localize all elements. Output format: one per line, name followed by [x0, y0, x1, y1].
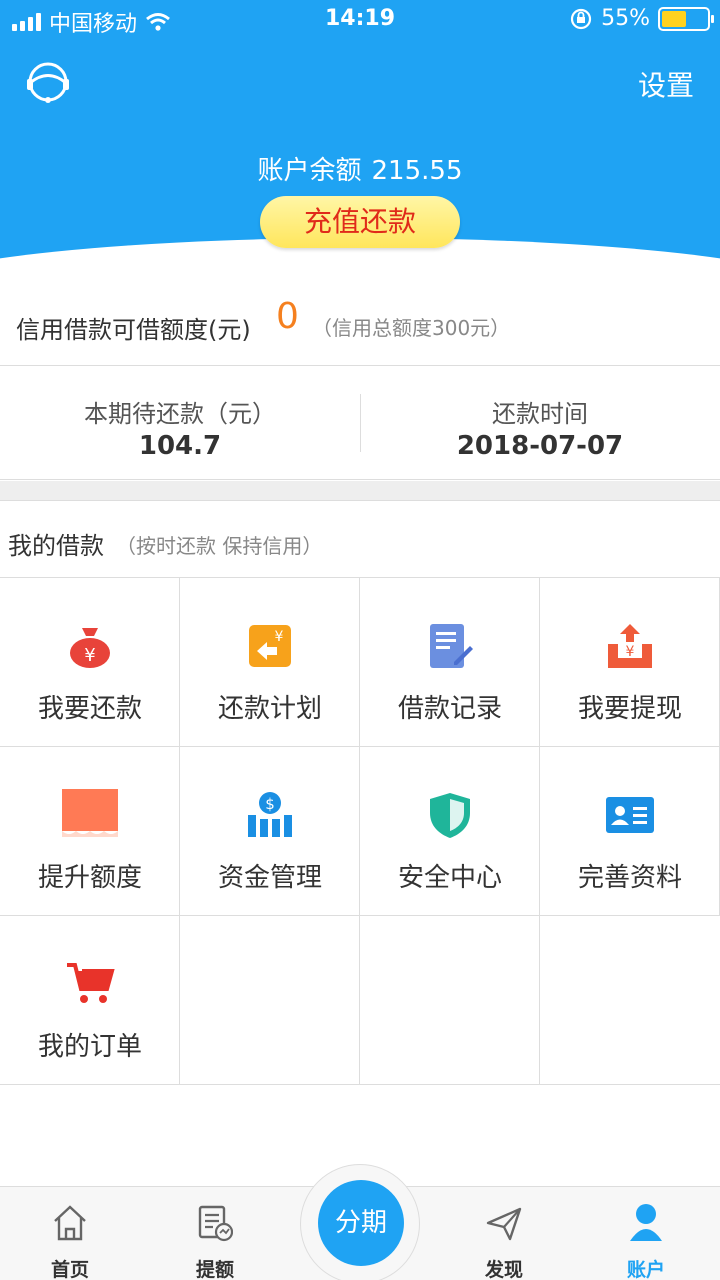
home-icon [54, 1205, 86, 1241]
id-card-icon [602, 791, 658, 839]
due-amount-value: 104.7 [138, 431, 222, 461]
grid-item-my-orders[interactable]: 我的订单 [0, 916, 180, 1085]
grid-item-complete-profile[interactable]: 完善资料 [540, 747, 720, 916]
fund-management-icon: $ [242, 791, 298, 839]
record-icon [422, 622, 478, 670]
grid-item-label: 借款记录 [397, 694, 502, 724]
grid-item-label: 还款计划 [217, 694, 322, 724]
grid-item-label: 我要提现 [577, 694, 682, 724]
account-page: 中国移动 14:19 55% 设置 账户余额 215.55 充值还款 信用借款可… [0, 0, 720, 1280]
grid-item-label: 完善资料 [577, 863, 682, 893]
my-loans-subtitle: （按时还款 保持信用） [116, 534, 323, 558]
grid-item-fund-management[interactable]: $ 资金管理 [180, 747, 360, 916]
my-loans-title: 我的借款 [8, 532, 104, 560]
raise-icon [198, 1205, 233, 1242]
grid-item-raise-limit[interactable]: 提升额度 [0, 747, 180, 916]
account-header: 中国移动 14:19 55% 设置 账户余额 215.55 充值还款 [0, 0, 720, 272]
svg-text:¥: ¥ [274, 629, 283, 645]
cart-icon [62, 960, 118, 1008]
account-icon [630, 1204, 662, 1241]
grid-item-security-center[interactable]: 安全中心 [360, 747, 540, 916]
grid-item-label: 安全中心 [397, 863, 502, 893]
tab-account[interactable]: 账户 [586, 1187, 706, 1280]
grid-item-loan-record[interactable]: 借款记录 [360, 578, 540, 747]
grid-item-label: 提升额度 [37, 863, 142, 893]
svg-text:¥: ¥ [84, 645, 95, 666]
svg-text:$: $ [265, 795, 275, 813]
grid-empty-cell [180, 916, 360, 1085]
balance-value: 215.55 [371, 156, 463, 186]
due-date-label: 还款时间 [492, 400, 588, 428]
settings-button[interactable]: 设置 [638, 64, 694, 104]
rotation-lock-icon [570, 8, 592, 29]
nav-bar: 设置 [0, 50, 720, 114]
grid-empty-cell [540, 916, 720, 1085]
svg-text:¥: ¥ [625, 644, 634, 660]
grid-item-label: 我要还款 [37, 694, 142, 724]
installment-button[interactable]: 分期 [318, 1180, 404, 1266]
account-info-line [0, 110, 720, 126]
tab-label: 提额 [195, 1259, 234, 1280]
tab-label: 首页 [50, 1259, 89, 1280]
grid-item-withdraw[interactable]: ¥ 我要提现 [540, 578, 720, 747]
repayment-summary: 本期待还款（元） 104.7 还款时间 2018-07-07 [0, 366, 720, 480]
due-date: 还款时间 2018-07-07 [360, 394, 720, 461]
credit-label: 信用借款可借额度(元) [16, 316, 251, 344]
repay-plan-icon: ¥ [242, 622, 298, 670]
tab-label: 发现 [484, 1259, 523, 1280]
money-bag-icon: ¥ [62, 622, 118, 670]
credit-total-note: （信用总额度300元） [312, 316, 511, 340]
shield-icon [422, 791, 478, 839]
credit-limit-row: 信用借款可借额度(元) 0 （信用总额度300元） [0, 290, 720, 366]
section-gap [0, 481, 720, 501]
tab-label: 账户 [626, 1259, 665, 1280]
grid-item-label: 我的订单 [37, 1032, 142, 1062]
grid-item-repay-plan[interactable]: ¥ 还款计划 [180, 578, 360, 747]
raise-limit-icon [61, 789, 118, 837]
my-loans-header: 我的借款 （按时还款 保持信用） [0, 502, 720, 578]
battery-icon [658, 6, 714, 31]
account-balance: 账户余额 215.55 [0, 150, 720, 187]
balance-label: 账户余额 [257, 156, 362, 186]
paper-plane-icon [486, 1207, 522, 1241]
tab-discover[interactable]: 发现 [444, 1187, 564, 1280]
recharge-button[interactable]: 充值还款 [260, 196, 460, 248]
due-amount-label: 本期待还款（元） [84, 400, 276, 428]
credit-value: 0 [276, 296, 299, 337]
tab-home[interactable]: 首页 [10, 1187, 130, 1280]
status-bar: 中国移动 14:19 55% [0, 0, 720, 40]
grid-item-repay[interactable]: ¥ 我要还款 [0, 578, 180, 747]
due-date-value: 2018-07-07 [456, 431, 624, 461]
customer-service-icon[interactable] [22, 56, 74, 108]
withdraw-icon: ¥ [602, 622, 658, 670]
battery-percent: 55% [601, 6, 650, 31]
due-amount: 本期待还款（元） 104.7 [0, 394, 360, 461]
grid-empty-cell [360, 916, 540, 1085]
tab-raise[interactable]: 提额 [155, 1187, 275, 1280]
status-right: 55% [569, 6, 714, 31]
loan-actions-grid: ¥ 我要还款 ¥ 还款计划 借款记录 ¥ 我要提现 提升额度 $ 资金管理 安全… [0, 578, 720, 1085]
grid-item-label: 资金管理 [217, 863, 322, 893]
